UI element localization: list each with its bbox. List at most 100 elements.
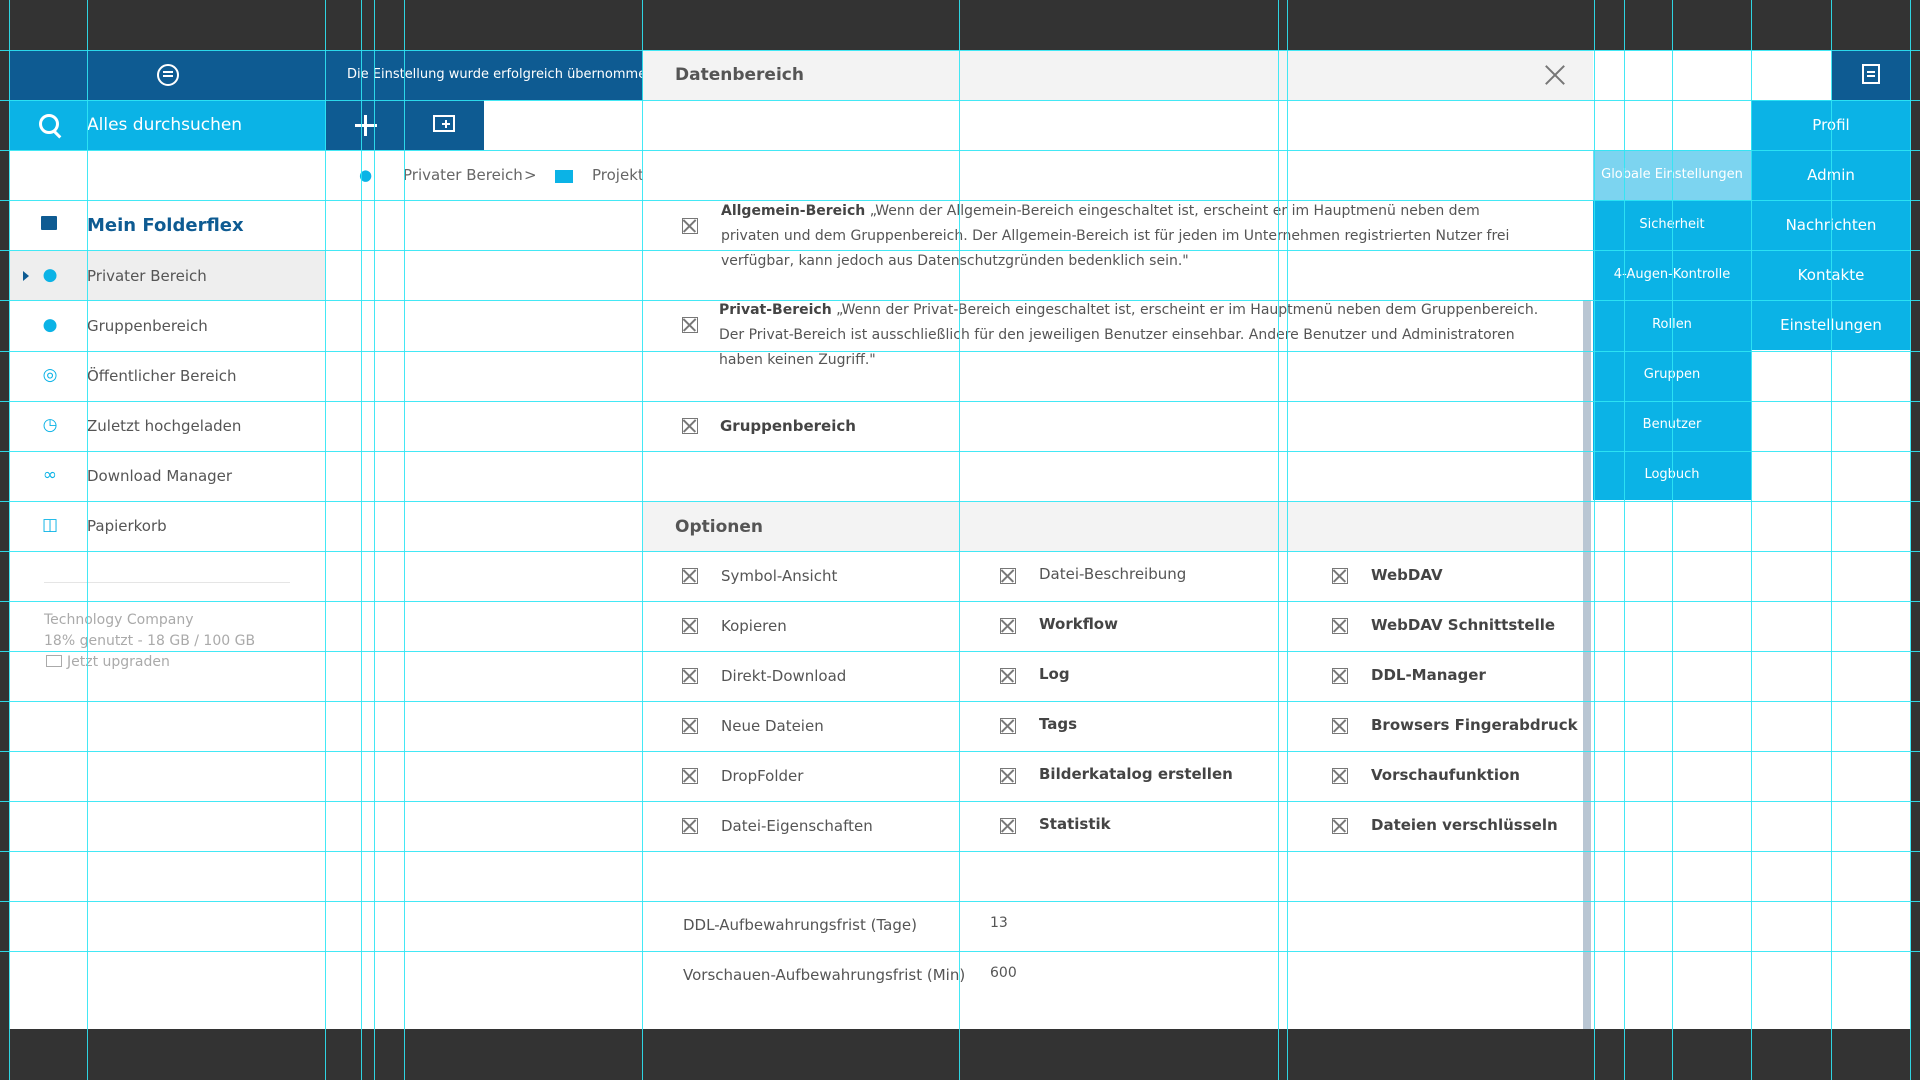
checkbox-allgemein-bereich[interactable] <box>682 218 698 234</box>
option-label: Direkt-Download <box>721 667 847 685</box>
checkbox-datei-beschreibung[interactable] <box>1000 568 1016 584</box>
dialog-scrollbar[interactable] <box>1583 300 1591 1029</box>
search-input[interactable]: Alles durchsuchen <box>87 100 242 150</box>
user-icon: ● <box>42 265 58 285</box>
sidebar-item-privater-bereich[interactable]: ● Privater Bereich <box>9 251 326 301</box>
checkbox-webdav[interactable] <box>1332 568 1348 584</box>
option-label: Dateien verschlüsseln <box>1371 816 1558 834</box>
sidebar-item-label: Zuletzt hochgeladen <box>87 417 242 435</box>
grid-line <box>0 401 1920 402</box>
grid-line <box>374 0 375 1080</box>
grid-line <box>0 601 1920 602</box>
add-button[interactable] <box>326 100 405 150</box>
preview-retention-label: Vorschauen-Aufbewahrungsfrist (Min) <box>683 966 966 984</box>
grid-line <box>1278 0 1279 1080</box>
folderflex-icon <box>41 216 57 230</box>
checkbox-workflow[interactable] <box>1000 618 1016 634</box>
allgemein-description: Allgemein-Bereich „Wenn der Allgemein-Be… <box>721 199 1541 274</box>
grid-line <box>1672 0 1673 1080</box>
breadcrumb-folder-icon <box>555 170 573 183</box>
profile-button[interactable] <box>1832 50 1911 100</box>
checkbox-webdav-schnittstelle[interactable] <box>1332 618 1348 634</box>
search-bar[interactable]: Alles durchsuchen <box>9 100 326 150</box>
grid-line <box>0 250 1920 251</box>
option-label: Vorschaufunktion <box>1371 766 1520 784</box>
option-label: Workflow <box>1039 615 1118 633</box>
close-icon[interactable] <box>1545 65 1565 85</box>
grid-line <box>87 0 88 1080</box>
upgrade-link[interactable]: Jetzt upgraden <box>46 654 170 670</box>
grid-line <box>9 0 10 1080</box>
option-label: Neue Dateien <box>721 717 824 735</box>
grid-line <box>0 300 1920 301</box>
sidebar-title: Mein Folderflex <box>87 215 244 236</box>
checkbox-symbol-ansicht[interactable] <box>682 568 698 584</box>
checkbox-privat-bereich[interactable] <box>682 317 698 333</box>
grid-line <box>0 651 1920 652</box>
breadcrumb-separator: > <box>524 166 537 184</box>
grid-line <box>325 0 326 1080</box>
option-label: DropFolder <box>721 767 804 785</box>
dialog-body: Allgemein-Bereich „Wenn der Allgemein-Be… <box>643 100 1593 1029</box>
checkbox-browsers-fingerabdruck[interactable] <box>1332 718 1348 734</box>
sidebar-item-zuletzt-hochgeladen[interactable]: ◷ Zuletzt hochgeladen <box>9 401 326 451</box>
checkbox-direkt-download[interactable] <box>682 668 698 684</box>
option-label: Datei-Eigenschaften <box>721 817 873 835</box>
grid-line <box>0 200 1920 201</box>
new-folder-button[interactable] <box>405 100 484 150</box>
option-label: Kopieren <box>721 617 787 635</box>
preview-retention-input[interactable]: 600 <box>990 965 1017 981</box>
sidebar-divider <box>44 582 290 583</box>
checkbox-bilderkatalog[interactable] <box>1000 768 1016 784</box>
grid-line <box>0 851 1920 852</box>
dialog-header: Datenbereich <box>643 50 1593 100</box>
checkbox-gruppenbereich[interactable] <box>682 418 698 434</box>
checkbox-neue-dateien[interactable] <box>682 718 698 734</box>
sidebar-item-label: Öffentlicher Bereich <box>87 367 237 385</box>
option-label: Tags <box>1039 715 1078 733</box>
checkbox-vorschaufunktion[interactable] <box>1332 768 1348 784</box>
ddl-retention-input[interactable]: 13 <box>990 915 1008 931</box>
grid-line <box>0 501 1920 502</box>
option-label: Log <box>1039 665 1070 683</box>
sidebar-item-papierkorb[interactable]: ◫ Papierkorb <box>9 501 326 551</box>
sidebar-item-label: Papierkorb <box>87 517 167 535</box>
app-window: Die Einstellung wurde erfolgreich überno… <box>9 50 1911 1029</box>
group-icon: ● <box>42 315 58 335</box>
checkbox-dateien-verschluesseln[interactable] <box>1332 818 1348 834</box>
notification-text: Die Einstellung wurde erfolgreich überno… <box>347 67 651 82</box>
option-label: Browsers Fingerabdruck <box>1371 716 1578 734</box>
menu-icon[interactable] <box>157 64 179 86</box>
option-label: Statistik <box>1039 815 1111 833</box>
checkbox-tags[interactable] <box>1000 718 1016 734</box>
privat-title: Privat-Bereich <box>719 302 832 318</box>
grid-line <box>959 0 960 1080</box>
grid-line <box>0 801 1920 802</box>
sidebar-item-oeffentlicher-bereich[interactable]: ◎ Öffentlicher Bereich <box>9 351 326 401</box>
trash-icon: ◫ <box>41 515 59 535</box>
options-section-header: Optionen <box>643 502 1583 552</box>
breadcrumb-item[interactable]: Privater Bereich <box>403 166 523 184</box>
breadcrumb-item[interactable]: Projekte <box>592 166 643 184</box>
option-label: DDL-Manager <box>1371 666 1486 684</box>
checkbox-statistik[interactable] <box>1000 818 1016 834</box>
checkbox-kopieren[interactable] <box>682 618 698 634</box>
checkbox-dropfolder[interactable] <box>682 768 698 784</box>
grid-line <box>1594 0 1595 1080</box>
grid-line <box>0 351 1920 352</box>
sidebar-item-gruppenbereich[interactable]: ● Gruppenbereich <box>9 301 326 351</box>
sidebar-item-download-manager[interactable]: ∞ Download Manager <box>9 451 326 501</box>
option-label: Symbol-Ansicht <box>721 567 838 585</box>
search-icon[interactable] <box>39 114 59 134</box>
privat-text: „Wenn der Privat-Bereich eingeschaltet i… <box>719 302 1539 368</box>
grid-line <box>0 951 1920 952</box>
storage-usage: 18% genutzt - 18 GB / 100 GB <box>44 633 256 649</box>
checkbox-log[interactable] <box>1000 668 1016 684</box>
option-label: Bilderkatalog erstellen <box>1039 765 1233 783</box>
document-icon <box>1862 64 1880 84</box>
checkbox-ddl-manager[interactable] <box>1332 668 1348 684</box>
grid-line <box>642 0 643 1080</box>
checkbox-datei-eigenschaften[interactable] <box>682 818 698 834</box>
caret-right-icon[interactable] <box>23 271 29 281</box>
grid-line <box>1751 0 1752 1080</box>
